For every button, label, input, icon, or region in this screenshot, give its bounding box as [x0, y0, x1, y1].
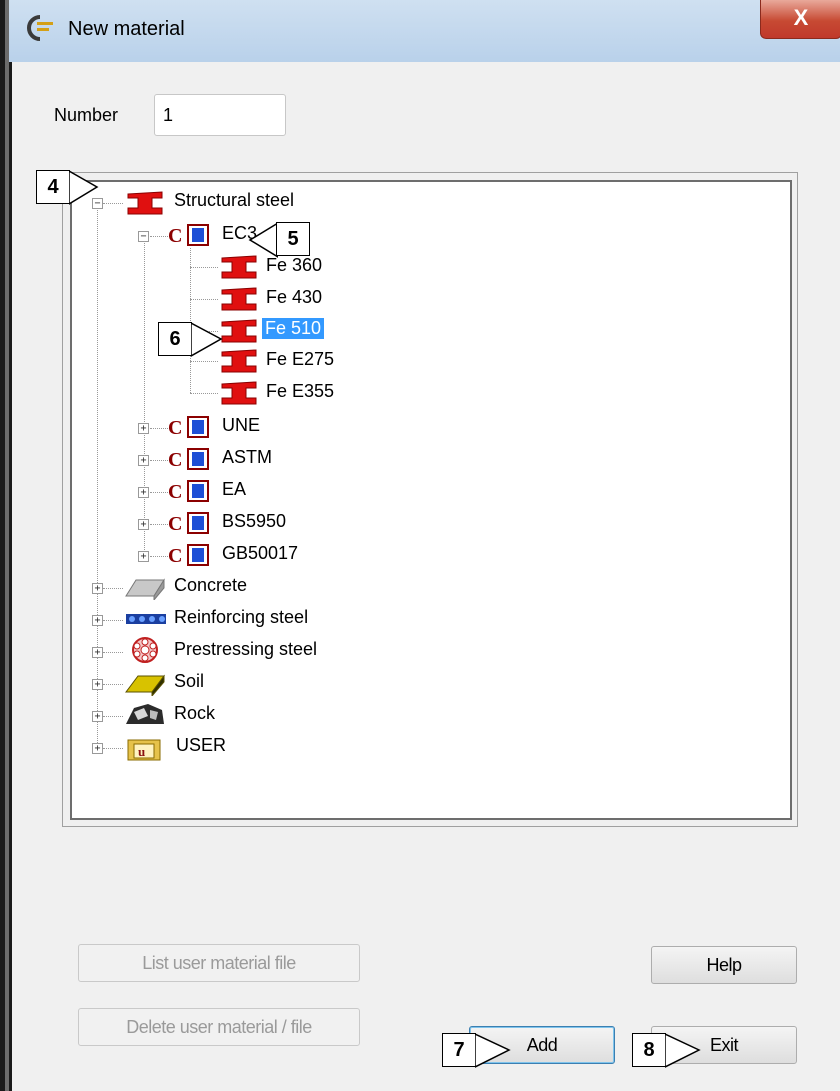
tree-hline [150, 524, 170, 525]
tree-hline [150, 492, 170, 493]
svg-text:C: C [168, 449, 182, 471]
code-book-icon: C [168, 512, 209, 535]
tree-line-root [97, 204, 98, 749]
callout-arrow-icon [665, 1033, 701, 1068]
svg-text:C: C [168, 513, 182, 535]
tree-hline [150, 428, 170, 429]
expand-icon[interactable]: + [138, 423, 149, 434]
steel-beam-icon [221, 287, 257, 311]
help-button[interactable]: Help [651, 946, 797, 984]
expand-icon[interactable]: + [92, 583, 103, 594]
expand-icon[interactable]: + [92, 679, 103, 690]
tree-hline [103, 588, 123, 589]
background-window-edge-highlight [5, 0, 9, 1091]
expand-icon[interactable]: + [138, 487, 149, 498]
expand-icon[interactable]: + [138, 551, 149, 562]
callout-number: 8 [632, 1033, 666, 1067]
tree-item-label: Fe 430 [266, 287, 323, 307]
tree-hline [190, 393, 218, 394]
soil-icon [125, 674, 165, 696]
delete-user-material-button[interactable]: Delete user material / file [78, 1008, 360, 1046]
tree-item-label: Prestressing steel [174, 639, 318, 659]
tree-hline [103, 652, 123, 653]
tree-hline [190, 267, 218, 268]
code-book-icon: C [168, 416, 209, 439]
callout-arrow-icon [475, 1033, 511, 1068]
tree-item-label: ASTM [222, 447, 273, 467]
tree-hline [150, 556, 170, 557]
tree-item-label: Fe 360 [266, 255, 323, 275]
tree-hline [190, 299, 218, 300]
close-button[interactable]: X [760, 0, 840, 39]
tree-item-label: EA [222, 479, 247, 499]
expand-icon[interactable]: + [92, 743, 103, 754]
callout-5: 5 [248, 222, 312, 258]
collapse-icon[interactable]: − [138, 231, 149, 242]
code-book-icon: C [168, 544, 209, 567]
callout-arrow-icon [191, 322, 223, 357]
tree-hline [103, 203, 123, 204]
rock-icon [126, 704, 164, 724]
expand-icon[interactable]: + [92, 615, 103, 626]
svg-text:C: C [168, 417, 182, 439]
code-book-icon: C [168, 224, 209, 247]
tree-hline [150, 236, 170, 237]
tree-hline [150, 460, 170, 461]
svg-text:u: u [138, 744, 145, 759]
tree-hline [103, 620, 123, 621]
callout-number: 5 [276, 222, 310, 256]
window-title: New material [68, 18, 185, 40]
tree-hline [103, 748, 123, 749]
callout-4: 4 [36, 170, 99, 206]
expand-icon[interactable]: + [138, 519, 149, 530]
tree-hline [103, 684, 123, 685]
tree-item-label: Reinforcing steel [174, 607, 309, 627]
tree-item-label: UNE [222, 415, 261, 435]
tree-item-label-selected: Fe 510 [262, 318, 325, 339]
callout-6: 6 [158, 322, 223, 358]
number-input[interactable] [154, 94, 286, 136]
callout-number: 4 [36, 170, 70, 204]
tree-hline [103, 716, 123, 717]
list-user-material-file-button[interactable]: List user material file [78, 944, 360, 982]
callout-7: 7 [442, 1033, 512, 1069]
code-book-icon: C [168, 448, 209, 471]
callout-number: 7 [442, 1033, 476, 1067]
svg-text:C: C [168, 545, 182, 567]
tree-item-label: GB50017 [222, 543, 299, 563]
expand-icon[interactable]: + [138, 455, 149, 466]
tree-hline [190, 361, 218, 362]
code-book-icon: C [168, 480, 209, 503]
tree-item-label: BS5950 [222, 511, 287, 531]
app-logo-icon [27, 15, 53, 41]
strand-icon [132, 637, 158, 663]
callout-arrow-icon [69, 170, 99, 205]
user-folder-icon: u [127, 739, 161, 761]
svg-text:C: C [168, 481, 182, 503]
rebar-icon [126, 614, 166, 624]
tree-item-label: Fe E275 [266, 349, 335, 369]
steel-beam-icon [221, 381, 257, 405]
svg-text:C: C [168, 225, 182, 247]
tree-item-label: Soil [174, 671, 205, 691]
tree-line-codes [144, 236, 145, 552]
concrete-block-icon [125, 578, 165, 600]
expand-icon[interactable]: + [92, 647, 103, 658]
title-bar: New material [9, 0, 840, 62]
tree-line-ec3 [190, 248, 191, 393]
tree-item-label: USER [176, 735, 227, 755]
callout-8: 8 [632, 1033, 702, 1069]
tree-item-label: Structural steel [174, 190, 295, 210]
callout-number: 6 [158, 322, 192, 356]
expand-icon[interactable]: + [92, 711, 103, 722]
steel-beam-icon [127, 191, 163, 215]
tree-item-label: Fe E355 [266, 381, 335, 401]
tree-item-label: Rock [174, 703, 216, 723]
number-label: Number [54, 105, 119, 125]
tree-item-label: Concrete [174, 575, 248, 595]
callout-arrow-icon [248, 222, 278, 258]
